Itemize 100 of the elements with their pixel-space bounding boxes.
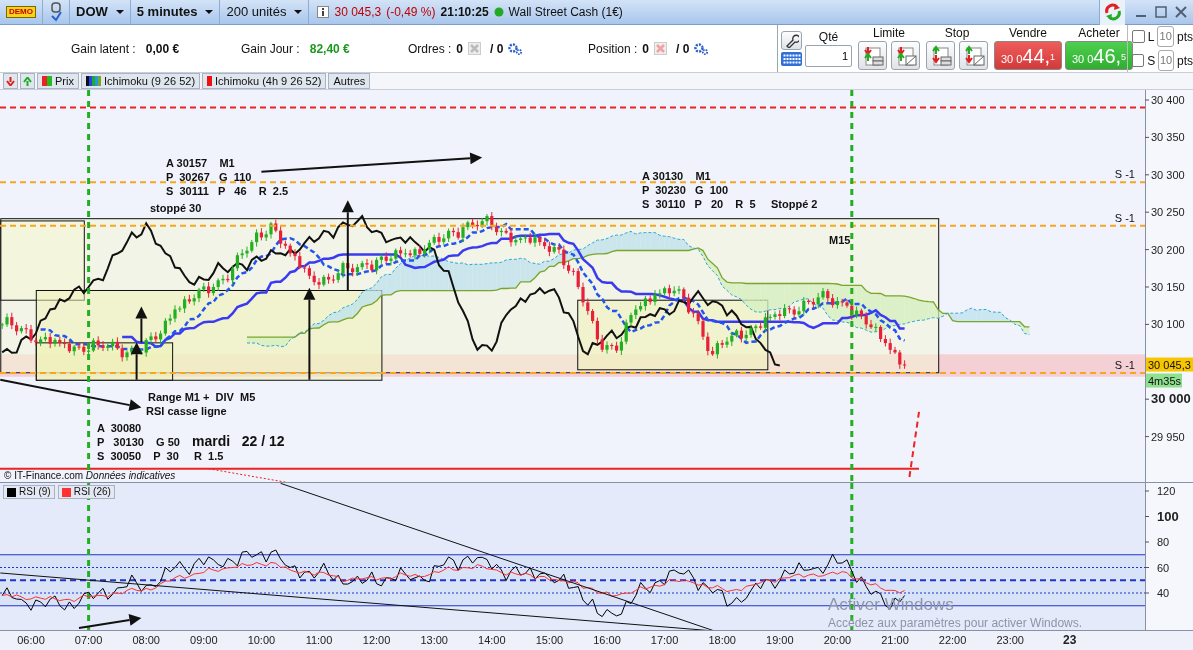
legend-swatch <box>207 76 213 86</box>
change-text: (-0,49 %) <box>386 4 436 21</box>
gears-icon[interactable] <box>694 42 709 55</box>
maximize-icon[interactable] <box>1155 6 1167 18</box>
info-icon[interactable] <box>317 6 330 18</box>
axis-label: 30 000 <box>1151 391 1191 407</box>
stop-label: Stop <box>944 27 970 40</box>
label-text: Ordres : <box>408 40 452 58</box>
axis-label: 20:00 <box>823 634 852 646</box>
axis-label: 15:00 <box>535 634 564 646</box>
collapse-button[interactable] <box>3 73 18 89</box>
annotation-text: A 30157 M1 <box>166 157 235 169</box>
axis-label: 17:00 <box>650 634 679 646</box>
annotation-text: Range M1 + DIV M5 <box>148 391 256 403</box>
plug-icon[interactable] <box>49 2 63 22</box>
stop-order-button[interactable] <box>926 41 955 70</box>
order-icon <box>962 44 985 67</box>
quantity-field[interactable]: 1 <box>805 44 852 67</box>
annotation-text: Stoppé 2 <box>771 198 818 210</box>
axis-label: 06:00 <box>17 634 45 646</box>
day-label: 23 <box>1063 633 1077 647</box>
price-text: 30 045,3 <box>334 4 382 21</box>
axis-label: 10:00 <box>247 634 276 646</box>
annotation-text: stoppé 30 <box>150 202 202 214</box>
order-icon <box>929 44 952 67</box>
axis-label: 12:00 <box>362 634 391 646</box>
axis-label: 23:00 <box>996 634 1024 646</box>
qty-label: Qté <box>818 30 839 44</box>
points-field[interactable]: 10 <box>1158 50 1174 71</box>
level-label: S -1 <box>1114 211 1135 224</box>
axis-label: 30 300 <box>1151 168 1185 181</box>
axis-label: 16:00 <box>593 634 621 646</box>
label-text: Gain latent : <box>71 40 136 58</box>
legend-item[interactable]: RSI (9) <box>3 485 55 499</box>
axis-label: 22:00 <box>938 634 967 646</box>
keyboard-icon[interactable] <box>781 52 802 66</box>
unit-text: pts <box>1177 52 1193 70</box>
level-label: S -1 <box>1114 359 1135 371</box>
legend-tab[interactable]: Prix <box>37 73 79 89</box>
level-label: S -1 <box>1114 168 1135 181</box>
arrow <box>135 306 148 344</box>
demo-badge[interactable]: DEMO <box>6 6 36 18</box>
activation-notice: Accédez aux paramètres pour activer Windows. <box>828 617 1083 629</box>
button-caption: Acheter <box>1078 27 1120 40</box>
axis-label: 120 <box>1157 485 1176 497</box>
annotation-text: mardi 22 / 12 <box>192 433 285 449</box>
caret-icon <box>294 10 303 14</box>
limit-order-button[interactable] <box>891 41 920 70</box>
up-arrow-icon <box>23 76 32 86</box>
unit-text: pts <box>1177 28 1193 46</box>
timeframe-dropdown[interactable]: 5 minutes <box>136 2 214 22</box>
caret-icon <box>205 10 214 14</box>
annotation-text: P 30130 G 50 <box>97 436 180 448</box>
annotation-text: S 30110 P 20 R 5 <box>642 198 756 210</box>
axis-label: 18:00 <box>708 634 736 646</box>
legend-item[interactable]: RSI (26) <box>57 485 115 499</box>
annotation-text: S 30111 P 46 R 2.5 <box>166 185 289 197</box>
legend-swatch <box>42 76 52 86</box>
order-icon <box>861 44 884 67</box>
axis-label: 60 <box>1157 561 1170 574</box>
units-dropdown[interactable]: 200 unités <box>226 2 303 22</box>
axis-label: 08:00 <box>132 634 160 646</box>
axis-label: 30 400 <box>1151 94 1185 106</box>
limit-order-button[interactable] <box>858 41 887 70</box>
axis-label: 07:00 <box>74 634 103 646</box>
count-value: 0 <box>642 40 650 58</box>
stop-order-button[interactable] <box>959 41 988 70</box>
count-value: / 0 <box>490 40 504 58</box>
axis-label: 29 950 <box>1151 430 1185 443</box>
axis-label: 21:00 <box>881 634 909 646</box>
count-value: 0 <box>456 40 464 58</box>
label-text: Gain Jour : <box>241 40 300 58</box>
arrow <box>78 614 142 630</box>
checkbox-label: L <box>1147 28 1155 46</box>
annotation-text: S 30050 P 30 R 1.5 <box>97 450 224 462</box>
limit-label: Limite <box>873 27 905 40</box>
checkbox[interactable] <box>1132 54 1145 67</box>
checkbox[interactable] <box>1132 30 1145 43</box>
annotation-text: P 30267 G 110 <box>166 171 252 183</box>
annotation-text: A 30080 <box>97 422 142 434</box>
legend-tab[interactable]: Ichimoku (9 26 52) <box>80 73 201 89</box>
expand-button[interactable] <box>20 73 35 89</box>
checkbox-label: S <box>1147 52 1156 70</box>
gears-icon[interactable] <box>508 42 523 55</box>
button-caption: Vendre <box>1008 27 1047 40</box>
settings-button[interactable] <box>781 31 802 50</box>
wrench-icon <box>784 33 799 48</box>
legend-swatch <box>85 76 101 86</box>
legend-tab[interactable]: Ichimoku (4h 9 26 52) <box>202 73 327 89</box>
refresh-icon[interactable] <box>1103 3 1122 21</box>
points-field[interactable]: 10 <box>1157 26 1174 47</box>
annotation-text: M15 <box>829 234 851 246</box>
caret-icon <box>115 10 124 14</box>
close-icon[interactable] <box>1175 6 1187 18</box>
axis-label: 30 350 <box>1151 131 1185 144</box>
instrument-dropdown[interactable]: DOW <box>76 2 124 22</box>
axis-label: 40 <box>1157 587 1170 599</box>
legend-tab[interactable]: Autres <box>328 73 371 89</box>
gain-value: 0,00 € <box>145 40 180 58</box>
count-value: / 0 <box>676 40 690 58</box>
